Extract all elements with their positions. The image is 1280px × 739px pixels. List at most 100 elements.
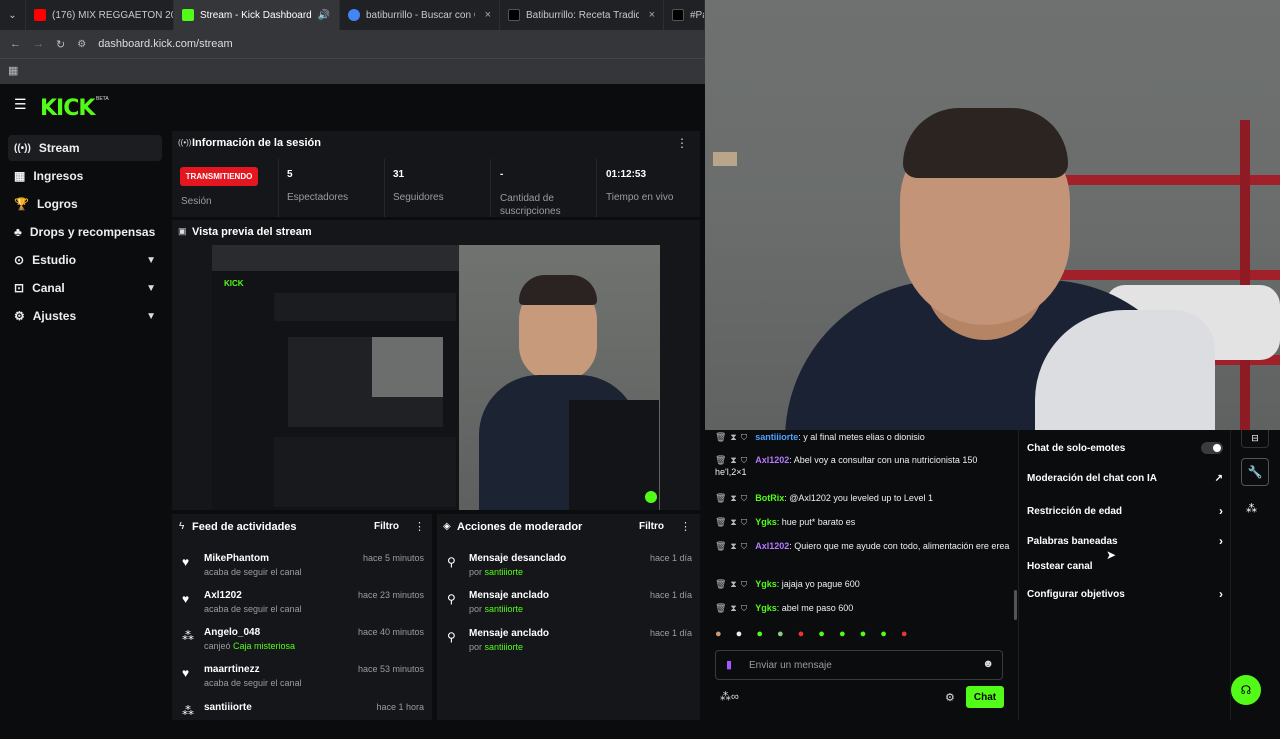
mod-action-name: Mensaje anclado: [469, 628, 550, 639]
sidebar-item-ajustes[interactable]: ⚙ Ajustes ▼: [8, 303, 162, 329]
mod-tools-icon[interactable]: 🗑⧗⛉: [715, 517, 751, 527]
mouse-cursor-icon: ➤: [1106, 548, 1117, 562]
kick-favicon-icon: [182, 9, 194, 21]
emote-icon[interactable]: ●: [860, 628, 867, 644]
stream-info-button[interactable]: ⊟: [1241, 430, 1269, 448]
emote-icon[interactable]: ●: [777, 628, 784, 644]
emote-icon[interactable]: ●: [736, 628, 743, 644]
close-tab-icon[interactable]: ×: [485, 9, 491, 21]
more-options-icon[interactable]: ⋮: [414, 520, 425, 533]
feed-user[interactable]: Axl1202: [204, 590, 242, 601]
emote-icon[interactable]: ●: [818, 628, 825, 644]
chat-username[interactable]: Ygks: [755, 603, 777, 613]
age-restriction-row[interactable]: Restricción de edad ›: [1027, 504, 1223, 518]
ai-moderation-row[interactable]: Moderación del chat con IA ↗: [1027, 473, 1223, 484]
apps-grid-icon[interactable]: ▦: [8, 64, 18, 77]
host-channel-row[interactable]: Hostear canal: [1027, 561, 1223, 572]
browser-tab-google[interactable]: batiburrillo - Buscar con Googl ×: [340, 0, 500, 30]
sidebar-item-logros[interactable]: 🏆 Logros: [8, 191, 162, 217]
feed-user[interactable]: maarrtinezz: [204, 664, 260, 675]
mod-tools-icon[interactable]: 🗑⧗⛉: [715, 455, 751, 465]
site-info-icon[interactable]: ⚙: [77, 39, 86, 50]
divider: [490, 159, 491, 217]
emote-icon[interactable]: ●: [880, 628, 887, 644]
mod-tools-icon[interactable]: 🗑⧗⛉: [715, 603, 751, 613]
chat-scrollbar[interactable]: [1014, 590, 1017, 620]
feed-user[interactable]: Angelo_048: [204, 627, 260, 638]
activity-filter-button[interactable]: Filtro: [374, 521, 399, 532]
chat-username[interactable]: Ygks: [755, 579, 777, 589]
activity-feed-panel: ϟ Feed de actividades Filtro ⋮ ♥ MikePha…: [172, 514, 432, 720]
emote-icon[interactable]: ●: [901, 628, 908, 644]
mod-tools-icon[interactable]: 🗑⧗⛉: [715, 541, 751, 551]
chat-mod-settings: Chat de solo-emotes Moderación del chat …: [1018, 430, 1230, 720]
chat-username[interactable]: Axl1202: [755, 541, 789, 551]
gift-icon: ♣: [14, 225, 22, 239]
emote-icon[interactable]: ●: [715, 628, 722, 644]
mod-tools-button[interactable]: 🔧: [1241, 458, 1269, 486]
emote-icon[interactable]: ●: [839, 628, 846, 644]
emote-only-toggle-row[interactable]: Chat de solo-emotes: [1027, 442, 1223, 454]
url-field[interactable]: dashboard.kick.com/stream: [98, 38, 233, 50]
goals-row[interactable]: Configurar objetivos ›: [1027, 587, 1223, 601]
sidebar-item-label: Logros: [36, 197, 78, 211]
feed-user[interactable]: MikePhantom: [204, 553, 269, 564]
stream-preview-video[interactable]: KICK: [212, 245, 660, 510]
mod-setting-label: Configurar objetivos: [1027, 588, 1125, 600]
chat-send-button[interactable]: Chat: [966, 686, 1004, 708]
mic-icon[interactable]: ▮: [726, 658, 732, 671]
forward-icon[interactable]: →: [33, 38, 44, 50]
browser-tab-tiktok[interactable]: Batiburrillo: Receta Tradicional ×: [500, 0, 664, 30]
mod-tools-icon[interactable]: 🗑⧗⛉: [715, 493, 751, 503]
feed-user[interactable]: santiiiorte: [204, 702, 252, 713]
mod-user[interactable]: santiiiorte: [485, 642, 524, 652]
mod-user[interactable]: santiiiorte: [485, 567, 524, 577]
chat-text: : y al final metes elias o dionisio: [798, 432, 925, 442]
chat-settings-icon[interactable]: ⚙: [945, 691, 955, 704]
more-options-icon[interactable]: ⋮: [680, 520, 691, 533]
mod-tools-icon[interactable]: 🗑⧗⛉: [715, 579, 751, 589]
browser-tab-tiktok-2[interactable]: #Parag: [664, 0, 705, 30]
close-tab-icon[interactable]: ×: [649, 9, 655, 21]
chevron-right-icon: ›: [1219, 504, 1223, 518]
sidebar-item-stream[interactable]: ((•)) Stream: [8, 135, 162, 161]
speaker-icon[interactable]: 🔊: [318, 10, 330, 21]
reload-icon[interactable]: ↻: [56, 38, 65, 51]
mod-tools-icon[interactable]: 🗑⧗⛉: [715, 432, 751, 442]
back-icon[interactable]: ←: [10, 38, 21, 50]
pin-icon: ⚲: [447, 592, 456, 606]
mod-setting-label: Palabras baneadas: [1027, 535, 1118, 547]
sidebar-item-drops[interactable]: ♣ Drops y recompensas: [8, 219, 162, 245]
subs-value: -: [500, 169, 504, 180]
sidebar-item-canal[interactable]: ⊡ Canal ▼: [8, 275, 162, 301]
emoji-icon[interactable]: ☻: [982, 658, 994, 670]
browser-tab-kick[interactable]: Stream - Kick Dashboard 🔊 ×: [174, 0, 340, 30]
banned-words-row[interactable]: Palabras baneadas ›: [1027, 534, 1223, 548]
feed-action: canjeó Caja misteriosa: [204, 641, 295, 651]
community-icon[interactable]: ⁂: [1246, 502, 1257, 515]
sidebar-item-ingresos[interactable]: ▦ Ingresos: [8, 163, 162, 189]
emote-icon[interactable]: ●: [798, 628, 805, 644]
activity-feed-title: Feed de actividades: [192, 521, 297, 533]
tab-list-button[interactable]: ⌄: [0, 0, 26, 30]
chat-input[interactable]: ▮ Enviar un mensaje ☻: [715, 650, 1003, 680]
chat-username[interactable]: BotRix: [755, 493, 784, 503]
menu-icon[interactable]: ☰: [14, 96, 27, 113]
points-icon[interactable]: ⁂∞: [720, 690, 739, 703]
mod-filter-button[interactable]: Filtro: [639, 521, 664, 532]
sidebar-item-estudio[interactable]: ⊙ Estudio ▼: [8, 247, 162, 273]
chat-username[interactable]: Axl1202: [755, 455, 789, 465]
support-button[interactable]: ☊: [1231, 675, 1261, 705]
session-label: Sesión: [181, 196, 212, 207]
emote-icon[interactable]: ●: [756, 628, 763, 644]
google-icon: [348, 9, 360, 21]
chevron-down-icon: ⌄: [8, 9, 17, 21]
kick-logo[interactable]: KICK: [40, 96, 95, 121]
chat-username[interactable]: Ygks: [755, 517, 777, 527]
mod-user[interactable]: santiiiorte: [485, 604, 524, 614]
toggle-switch[interactable]: [1201, 442, 1223, 454]
browser-tab-youtube[interactable]: (176) MIX REGGAETON 202: [26, 0, 174, 30]
more-options-icon[interactable]: ⋮: [676, 136, 688, 150]
chat-message: 🗑⧗⛉ BotRix: @Axl1202 you leveled up to Le…: [715, 492, 1010, 504]
chat-username[interactable]: santiiiorte: [755, 432, 798, 442]
